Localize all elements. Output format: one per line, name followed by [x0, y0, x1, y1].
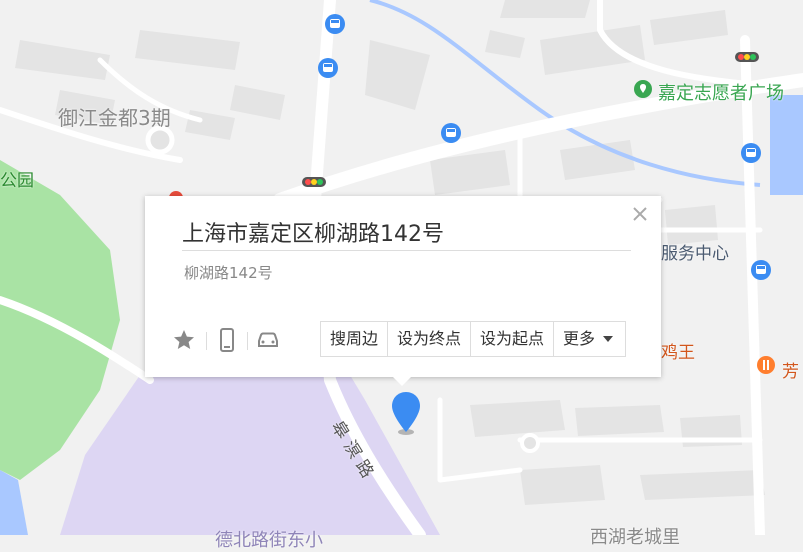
map-label-chicken-king[interactable]: 鸡王	[661, 338, 695, 363]
set-destination-button[interactable]: 设为终点	[388, 322, 472, 356]
map-label-service-center[interactable]: 服务中心	[661, 239, 729, 264]
phone-icon[interactable]	[215, 328, 239, 352]
roundabout	[145, 125, 175, 155]
bus-stop-icon	[318, 58, 338, 78]
bus-stop-icon	[741, 143, 761, 163]
location-pin-icon[interactable]	[389, 390, 423, 438]
icon-separator	[206, 332, 207, 350]
roundabout-2	[520, 433, 540, 453]
location-info-popup: 上海市嘉定区柳湖路142号 柳湖路142号 搜周边 设为终点 设为起点 更多	[145, 196, 661, 386]
poi-green-icon	[634, 80, 652, 98]
popup-actions: 搜周边 设为终点 设为起点 更多	[320, 321, 627, 357]
popup-subtitle: 柳湖路142号	[184, 264, 273, 282]
bus-stop-icon	[751, 260, 771, 280]
traffic-light-icon	[735, 52, 759, 62]
bus-stop-icon	[441, 123, 461, 143]
more-label: 更多	[563, 329, 596, 348]
icon-separator	[247, 332, 248, 350]
chevron-down-icon	[603, 336, 614, 342]
map-label-bottom-area[interactable]: 德北路街东小	[215, 526, 323, 552]
map-label-volunteer-square[interactable]: 嘉定志愿者广场	[658, 79, 784, 105]
more-dropdown-button[interactable]: 更多	[554, 322, 625, 356]
traffic-light-icon	[302, 177, 326, 187]
map-label-old-town[interactable]: 西湖老城里	[590, 523, 680, 549]
restaurant-icon	[757, 356, 775, 374]
car-icon[interactable]	[256, 328, 280, 352]
search-nearby-button[interactable]: 搜周边	[321, 322, 389, 356]
close-icon[interactable]	[632, 206, 648, 222]
map-label-fang[interactable]: 芳	[782, 357, 799, 382]
map-label-park[interactable]: 公园	[0, 166, 34, 191]
popup-pointer	[393, 377, 411, 386]
popup-title: 上海市嘉定区柳湖路142号	[182, 222, 444, 247]
star-icon[interactable]	[172, 328, 196, 352]
bus-stop-icon	[325, 14, 345, 34]
popup-divider	[182, 250, 631, 251]
map-label-yujiang[interactable]: 御江金都3期	[58, 102, 171, 131]
water-right	[770, 95, 803, 195]
set-origin-button[interactable]: 设为起点	[471, 322, 555, 356]
